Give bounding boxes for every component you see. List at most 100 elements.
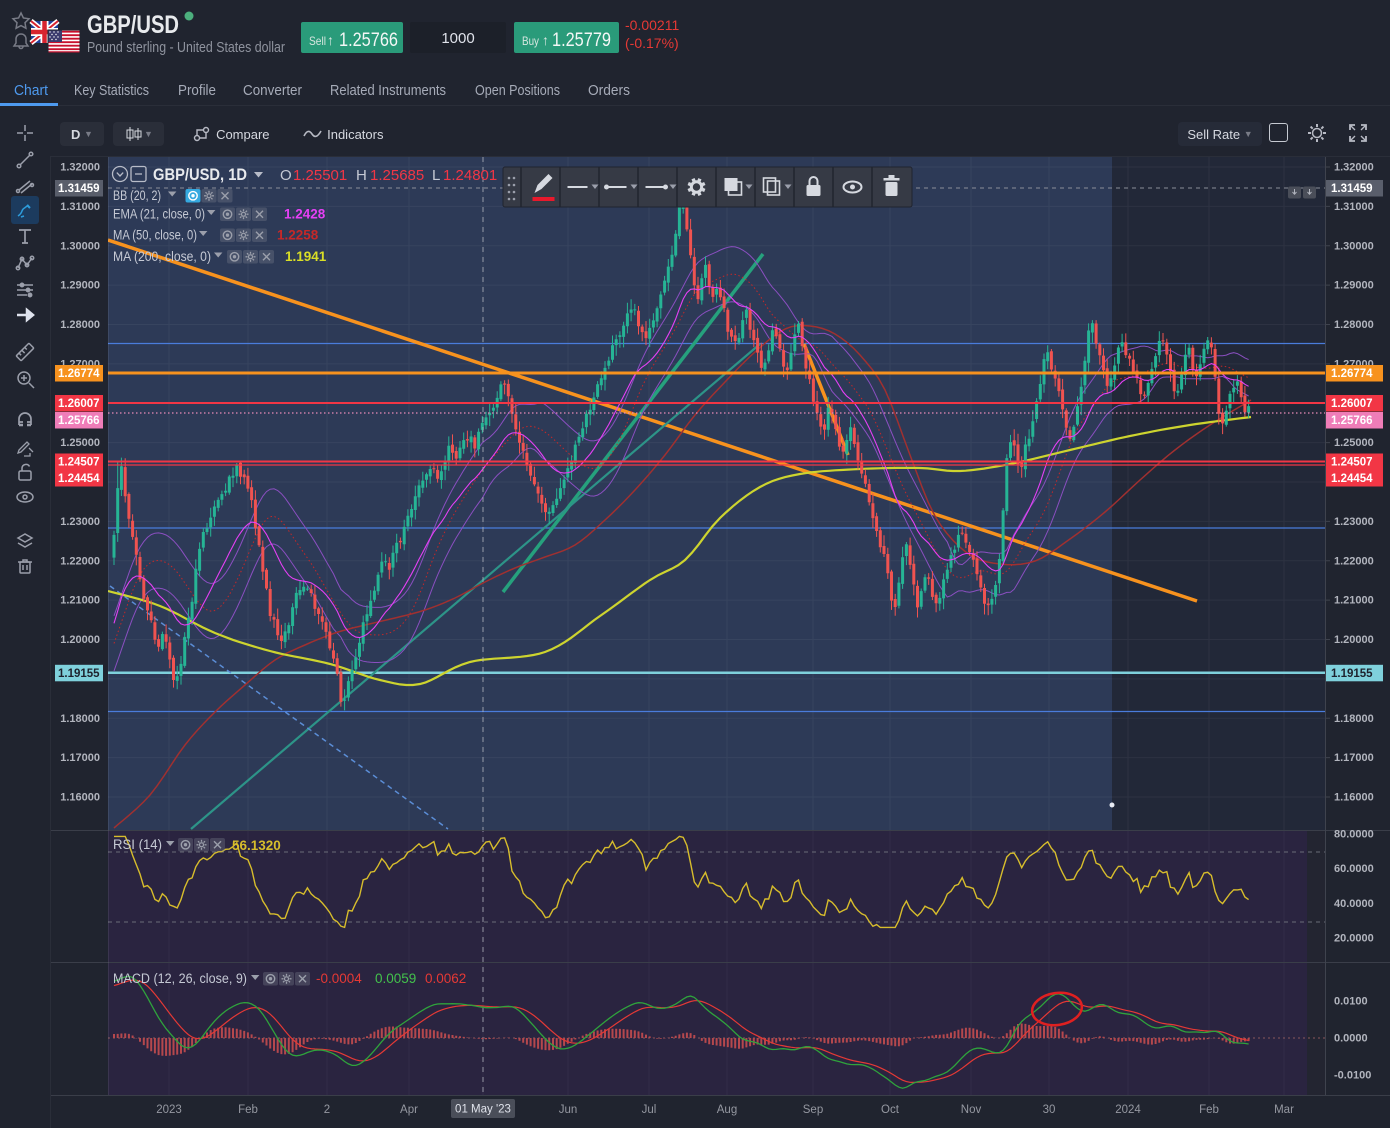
svg-text:1.32000: 1.32000	[1334, 162, 1374, 174]
svg-text:1.25766: 1.25766	[1331, 415, 1373, 427]
svg-text:1.18000: 1.18000	[1334, 713, 1374, 725]
svg-text:Aug: Aug	[717, 1104, 737, 1116]
svg-text:1.25779: 1.25779	[552, 30, 611, 51]
svg-text:0.0059: 0.0059	[375, 971, 416, 986]
svg-text:1.21000: 1.21000	[1334, 595, 1374, 607]
svg-text:-0.0100: -0.0100	[1334, 1070, 1371, 1082]
svg-text:EMA (21, close, 0): EMA (21, close, 0)	[113, 207, 205, 222]
svg-text:MA (50, close, 0): MA (50, close, 0)	[113, 228, 197, 243]
svg-text:(-0.17%): (-0.17%)	[625, 35, 679, 51]
svg-text:Key Statistics: Key Statistics	[74, 83, 149, 99]
svg-text:1.25000: 1.25000	[1334, 437, 1374, 449]
svg-text:1.16000: 1.16000	[60, 792, 100, 804]
svg-text:1.19155: 1.19155	[58, 668, 100, 680]
svg-text:1.31459: 1.31459	[1331, 183, 1373, 195]
svg-text:80.0000: 80.0000	[1334, 828, 1374, 840]
svg-text:1.25766: 1.25766	[339, 30, 398, 51]
svg-text:0.0000: 0.0000	[1334, 1033, 1368, 1045]
svg-text:Oct: Oct	[881, 1104, 900, 1116]
svg-text:1.1941: 1.1941	[285, 249, 327, 264]
svg-text:1.22000: 1.22000	[60, 555, 100, 567]
svg-text:Pound sterling - United States: Pound sterling - United States dollar	[87, 40, 285, 56]
svg-text:Related Instruments: Related Instruments	[330, 83, 446, 99]
svg-text:1.25766: 1.25766	[58, 415, 100, 427]
svg-text:1.31000: 1.31000	[60, 201, 100, 213]
svg-text:1.25501: 1.25501	[293, 167, 347, 184]
svg-text:0.0100: 0.0100	[1334, 996, 1368, 1008]
svg-text:1.24507: 1.24507	[58, 457, 100, 469]
svg-text:1.17000: 1.17000	[60, 752, 100, 764]
svg-text:1.29000: 1.29000	[60, 280, 100, 292]
svg-text:Buy: Buy	[522, 34, 539, 48]
svg-text:60.0000: 60.0000	[1334, 863, 1374, 875]
svg-text:1.17000: 1.17000	[1334, 752, 1374, 764]
svg-text:1.26007: 1.26007	[58, 398, 100, 410]
svg-text:-0.0004: -0.0004	[316, 971, 362, 986]
svg-text:GBP/USD: GBP/USD	[87, 11, 179, 39]
svg-text:MA (200, close, 0): MA (200, close, 0)	[113, 249, 211, 264]
svg-text:L: L	[432, 167, 440, 184]
svg-text:Sep: Sep	[803, 1104, 823, 1116]
svg-text:1.26774: 1.26774	[1331, 368, 1373, 380]
svg-text:1.29000: 1.29000	[1334, 280, 1374, 292]
svg-text:Mar: Mar	[1274, 1104, 1294, 1116]
svg-text:1000: 1000	[441, 30, 474, 47]
svg-text:1.21000: 1.21000	[60, 595, 100, 607]
svg-text:1.19155: 1.19155	[1331, 668, 1373, 680]
svg-text:H: H	[356, 167, 367, 184]
svg-text:1.28000: 1.28000	[1334, 319, 1374, 331]
svg-text:Open Positions: Open Positions	[475, 83, 560, 99]
svg-text:1.30000: 1.30000	[1334, 240, 1374, 252]
svg-text:Feb: Feb	[1199, 1104, 1219, 1116]
svg-text:2023: 2023	[156, 1104, 182, 1116]
svg-text:O: O	[280, 167, 292, 184]
svg-text:GBP/USD, 1D: GBP/USD, 1D	[153, 166, 247, 184]
svg-text:↑: ↑	[327, 32, 334, 48]
svg-text:Jun: Jun	[559, 1104, 578, 1116]
svg-text:40.0000: 40.0000	[1334, 898, 1374, 910]
svg-text:1.24454: 1.24454	[58, 473, 100, 485]
svg-text:1.24454: 1.24454	[1331, 473, 1373, 485]
svg-text:Sell: Sell	[309, 34, 326, 48]
svg-text:1.2428: 1.2428	[284, 207, 326, 222]
svg-text:1.31459: 1.31459	[58, 183, 100, 195]
svg-text:1.22000: 1.22000	[1334, 555, 1374, 567]
svg-text:1.16000: 1.16000	[1334, 792, 1374, 804]
svg-text:1.32000: 1.32000	[60, 162, 100, 174]
svg-text:1.28000: 1.28000	[60, 319, 100, 331]
svg-text:56.1320: 56.1320	[232, 838, 281, 853]
svg-text:2: 2	[324, 1104, 330, 1116]
svg-text:1.24801: 1.24801	[443, 167, 497, 184]
svg-text:0.0062: 0.0062	[425, 971, 466, 986]
svg-text:01 May '23: 01 May '23	[455, 1104, 511, 1116]
svg-text:1.24507: 1.24507	[1331, 457, 1373, 469]
svg-text:30: 30	[1043, 1104, 1056, 1116]
svg-text:1.18000: 1.18000	[60, 713, 100, 725]
svg-text:↑: ↑	[542, 32, 549, 48]
svg-text:Nov: Nov	[961, 1104, 982, 1116]
svg-text:1.23000: 1.23000	[1334, 516, 1374, 528]
svg-text:1.23000: 1.23000	[60, 516, 100, 528]
svg-text:1.26007: 1.26007	[1331, 398, 1373, 410]
svg-text:Apr: Apr	[400, 1104, 418, 1116]
svg-text:1.20000: 1.20000	[1334, 634, 1374, 646]
svg-text:Converter: Converter	[243, 83, 302, 99]
svg-text:RSI (14): RSI (14)	[113, 837, 162, 852]
svg-text:Profile: Profile	[178, 83, 216, 99]
svg-text:1.25685: 1.25685	[370, 167, 424, 184]
svg-text:Orders: Orders	[588, 83, 630, 99]
svg-text:MACD (12, 26, close, 9): MACD (12, 26, close, 9)	[113, 971, 247, 986]
svg-text:20.0000: 20.0000	[1334, 933, 1374, 945]
svg-text:1.26774: 1.26774	[58, 368, 100, 380]
svg-text:Jul: Jul	[642, 1104, 657, 1116]
svg-text:Feb: Feb	[238, 1104, 258, 1116]
svg-text:1.25000: 1.25000	[60, 437, 100, 449]
svg-text:Chart: Chart	[14, 83, 48, 99]
svg-text:1.20000: 1.20000	[60, 634, 100, 646]
svg-text:BB (20, 2): BB (20, 2)	[113, 188, 161, 203]
svg-text:2024: 2024	[1115, 1104, 1141, 1116]
svg-text:1.31000: 1.31000	[1334, 201, 1374, 213]
svg-text:1.30000: 1.30000	[60, 240, 100, 252]
svg-text:-0.00211: -0.00211	[625, 17, 679, 33]
svg-text:1.2258: 1.2258	[277, 228, 319, 243]
